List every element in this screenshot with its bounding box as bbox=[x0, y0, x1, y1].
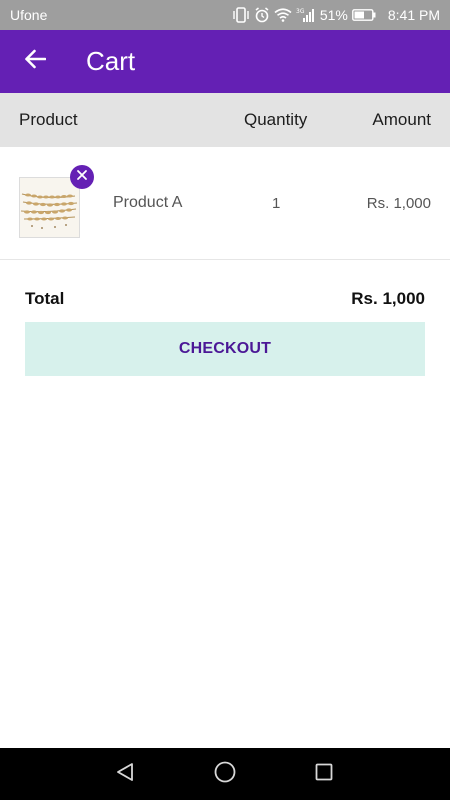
back-button[interactable] bbox=[18, 45, 52, 79]
carrier-name: Ufone bbox=[10, 7, 48, 23]
close-icon bbox=[76, 168, 88, 186]
arrow-left-icon bbox=[24, 49, 47, 74]
vibrate-icon bbox=[232, 7, 250, 23]
header-quantity: Quantity bbox=[244, 110, 308, 129]
item-amount: Rs. 1,000 bbox=[366, 195, 431, 212]
page-title: Cart bbox=[86, 46, 136, 76]
recent-square-icon bbox=[313, 761, 335, 788]
back-triangle-icon bbox=[114, 761, 136, 788]
total-value: Rs. 1,000 bbox=[351, 289, 425, 308]
cart-item-row: Product A 1 Rs. 1,000 bbox=[0, 147, 450, 260]
header-amount: Amount bbox=[372, 110, 431, 129]
system-nav-bar bbox=[0, 748, 450, 800]
nav-recent-button[interactable] bbox=[311, 761, 337, 787]
app-bar: Cart bbox=[0, 30, 450, 93]
battery-percent: 51% bbox=[319, 7, 348, 23]
item-name: Product A bbox=[113, 194, 183, 211]
network-type-label: 3G bbox=[296, 8, 305, 15]
home-circle-icon bbox=[213, 760, 237, 789]
nav-back-button[interactable] bbox=[112, 761, 138, 787]
battery-icon bbox=[351, 9, 376, 21]
remove-item-button[interactable] bbox=[70, 165, 94, 189]
signal-icon: 3G bbox=[296, 7, 314, 23]
clock: 8:41 PM bbox=[387, 7, 440, 23]
status-icons: 3G 51% 8:41 PM bbox=[232, 7, 440, 23]
wifi-icon bbox=[274, 8, 292, 22]
cart-table-header: Product Quantity Amount bbox=[0, 93, 450, 147]
total-label: Total bbox=[25, 289, 65, 308]
item-quantity: 1 bbox=[272, 195, 281, 212]
wheat-image bbox=[20, 178, 79, 237]
checkout-button[interactable]: CHECKOUT bbox=[25, 322, 425, 376]
cart-screen: Ufone 3G 51% 8:41 PM Cart Product Quanti… bbox=[0, 0, 450, 800]
alarm-icon bbox=[254, 7, 270, 23]
nav-home-button[interactable] bbox=[212, 761, 238, 787]
product-thumbnail[interactable] bbox=[19, 177, 80, 238]
header-product: Product bbox=[19, 110, 78, 129]
status-bar: Ufone 3G 51% 8:41 PM bbox=[0, 0, 450, 30]
